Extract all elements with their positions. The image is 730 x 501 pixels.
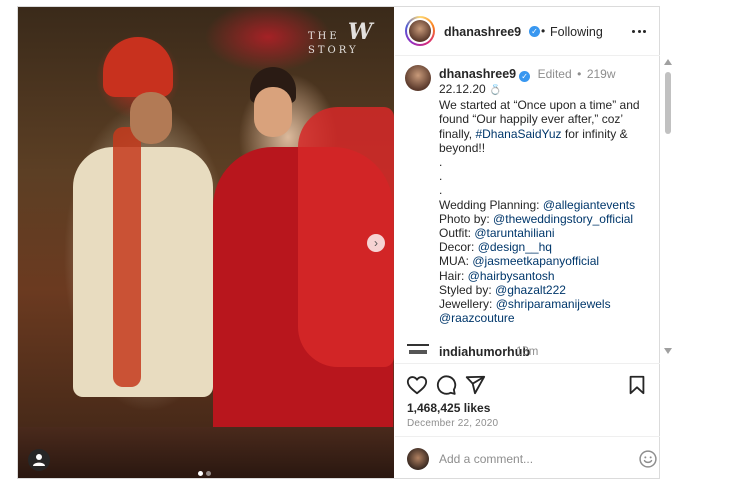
add-comment-bar	[395, 436, 660, 479]
ring-emoji-icon: 💍	[489, 85, 502, 96]
photo-turban	[103, 37, 173, 97]
bookmark-icon[interactable]	[626, 374, 648, 396]
comment-icon[interactable]	[435, 374, 457, 396]
user-icon	[33, 454, 45, 466]
current-user-avatar	[407, 448, 429, 470]
credit-handle-link[interactable]: @design__hq	[478, 240, 552, 254]
watermark-right: STORY	[308, 45, 359, 56]
caption-dot-line: .	[439, 169, 443, 184]
credit-label: Hair:	[439, 268, 468, 283]
photo-bride-face	[254, 87, 292, 137]
credit-label: Wedding Planning:	[439, 197, 543, 212]
post-date[interactable]: December 22, 2020	[407, 418, 498, 429]
caption-text: 22.12.20 💍 We started at “Once upon a ti…	[439, 82, 644, 325]
photo-turban-tail	[113, 127, 141, 387]
post-header: dhanashree9 ✓ • Following	[395, 7, 660, 56]
credit-line: Hair: @hairbysantosh	[439, 269, 644, 283]
avatar-ring-inner	[407, 18, 433, 44]
caption-line: beyond!!	[439, 140, 486, 155]
comments-scrollbar-thumb[interactable]	[665, 72, 671, 134]
watermark-left: THE	[308, 31, 340, 42]
next-photo-button[interactable]: ›	[367, 234, 385, 252]
header-separator: •	[541, 24, 546, 38]
comment-row: indiahumorhub 13m	[395, 341, 660, 361]
carousel-dots	[198, 463, 218, 476]
credit-handle-link[interactable]: @allegiantevents	[543, 198, 635, 212]
emoji-icon[interactable]	[638, 449, 658, 469]
credit-line: Styled by: @ghazalt222	[439, 283, 644, 297]
hashtag-link[interactable]: #DhanaSaidYuz	[475, 127, 561, 141]
scroll-down-arrow-icon[interactable]	[664, 348, 672, 354]
caption-line: finally, #DhanaSaidYuz for infinity &	[439, 127, 644, 141]
caption-dot: •	[577, 67, 582, 81]
caption-line: 22.12.20 💍	[439, 82, 644, 98]
credit-handle-link[interactable]: @raazcouture	[439, 311, 515, 325]
credit-line: Jewellery: @shriparamanijewels	[439, 297, 644, 311]
caption-date: 22.12.20	[439, 82, 486, 96]
share-icon[interactable]	[464, 374, 486, 396]
watermark-logo: W	[347, 19, 373, 45]
credit-line: @raazcouture	[439, 311, 644, 325]
avatar-image	[409, 20, 431, 42]
caption-dot-line: .	[439, 183, 443, 198]
commenter-avatar[interactable]	[407, 344, 429, 358]
credit-label: Jewellery:	[439, 297, 496, 312]
scroll-up-arrow-icon[interactable]	[664, 59, 672, 65]
credit-handle-link[interactable]: @theweddingstory_official	[493, 212, 633, 226]
post-actions: 1,468,425 likes December 22, 2020	[395, 363, 660, 478]
carousel-dot-active	[198, 471, 203, 476]
credit-line: MUA: @jasmeetkapanyofficial	[439, 254, 644, 268]
credit-label: Photo by:	[439, 211, 494, 226]
credit-label: Styled by:	[439, 282, 496, 297]
more-options-icon[interactable]	[627, 21, 651, 41]
tagged-users-button[interactable]	[28, 449, 50, 471]
comments-section[interactable]: dhanashree9 ✓ Edited • 219w 22.12.20 💍 We…	[395, 57, 660, 357]
credit-handle-link[interactable]: @hairbysantosh	[468, 269, 555, 283]
photo-groom-outfit	[73, 147, 213, 397]
comment-age: 13m	[516, 346, 539, 358]
carousel-dot	[206, 471, 211, 476]
caption-line: We started at “Once upon a time” and	[439, 98, 640, 113]
instagram-post: THE W STORY › dhanashree9 ✓ • Following	[17, 6, 672, 479]
caption-header: dhanashree9 ✓ Edited • 219w	[439, 67, 616, 82]
credit-label: Decor:	[439, 240, 478, 255]
credit-label: Outfit:	[439, 226, 475, 241]
caption-line: found “Our happily ever after,” coz’	[439, 112, 624, 127]
chevron-right-icon: ›	[374, 236, 378, 250]
caption-line-text: finally,	[439, 126, 476, 141]
author-username[interactable]: dhanashree9	[444, 25, 521, 39]
credit-line: Wedding Planning: @allegiantevents	[439, 198, 644, 212]
credit-line: Decor: @design__hq	[439, 240, 644, 254]
credit-handle-link[interactable]: @jasmeetkapanyofficial	[472, 254, 599, 268]
photo-floor	[18, 427, 394, 478]
author-avatar[interactable]	[405, 16, 435, 46]
post-side-panel: dhanashree9 ✓ • Following dhanashree9 ✓ E…	[395, 7, 672, 478]
caption-edited: Edited	[537, 67, 572, 81]
caption-line-text: for infinity &	[561, 126, 628, 141]
caption-dot-line: .	[439, 155, 443, 170]
credit-line: Outfit: @taruntahiliani	[439, 226, 644, 240]
post-photo[interactable]: THE W STORY ›	[18, 7, 394, 478]
photo-watermark: THE W STORY	[308, 19, 394, 56]
caption-username[interactable]: dhanashree9	[439, 67, 516, 81]
comment-input[interactable]	[439, 449, 599, 469]
caption-avatar[interactable]	[405, 65, 431, 91]
credit-handle-link[interactable]: @ghazalt222	[495, 283, 566, 297]
credit-handle-link[interactable]: @taruntahiliani	[474, 226, 554, 240]
heart-icon[interactable]	[406, 374, 428, 396]
caption-age[interactable]: 219w	[587, 67, 616, 81]
verified-badge-icon: ✓	[519, 71, 531, 82]
following-button[interactable]: Following	[550, 25, 603, 39]
verified-badge-icon: ✓	[529, 26, 540, 37]
photo-groom-face	[130, 92, 172, 144]
credit-line: Photo by: @theweddingstory_official	[439, 212, 644, 226]
credit-handle-link[interactable]: @shriparamanijewels	[496, 297, 611, 311]
credit-label: MUA:	[439, 254, 473, 269]
likes-count[interactable]: 1,468,425 likes	[407, 401, 490, 415]
